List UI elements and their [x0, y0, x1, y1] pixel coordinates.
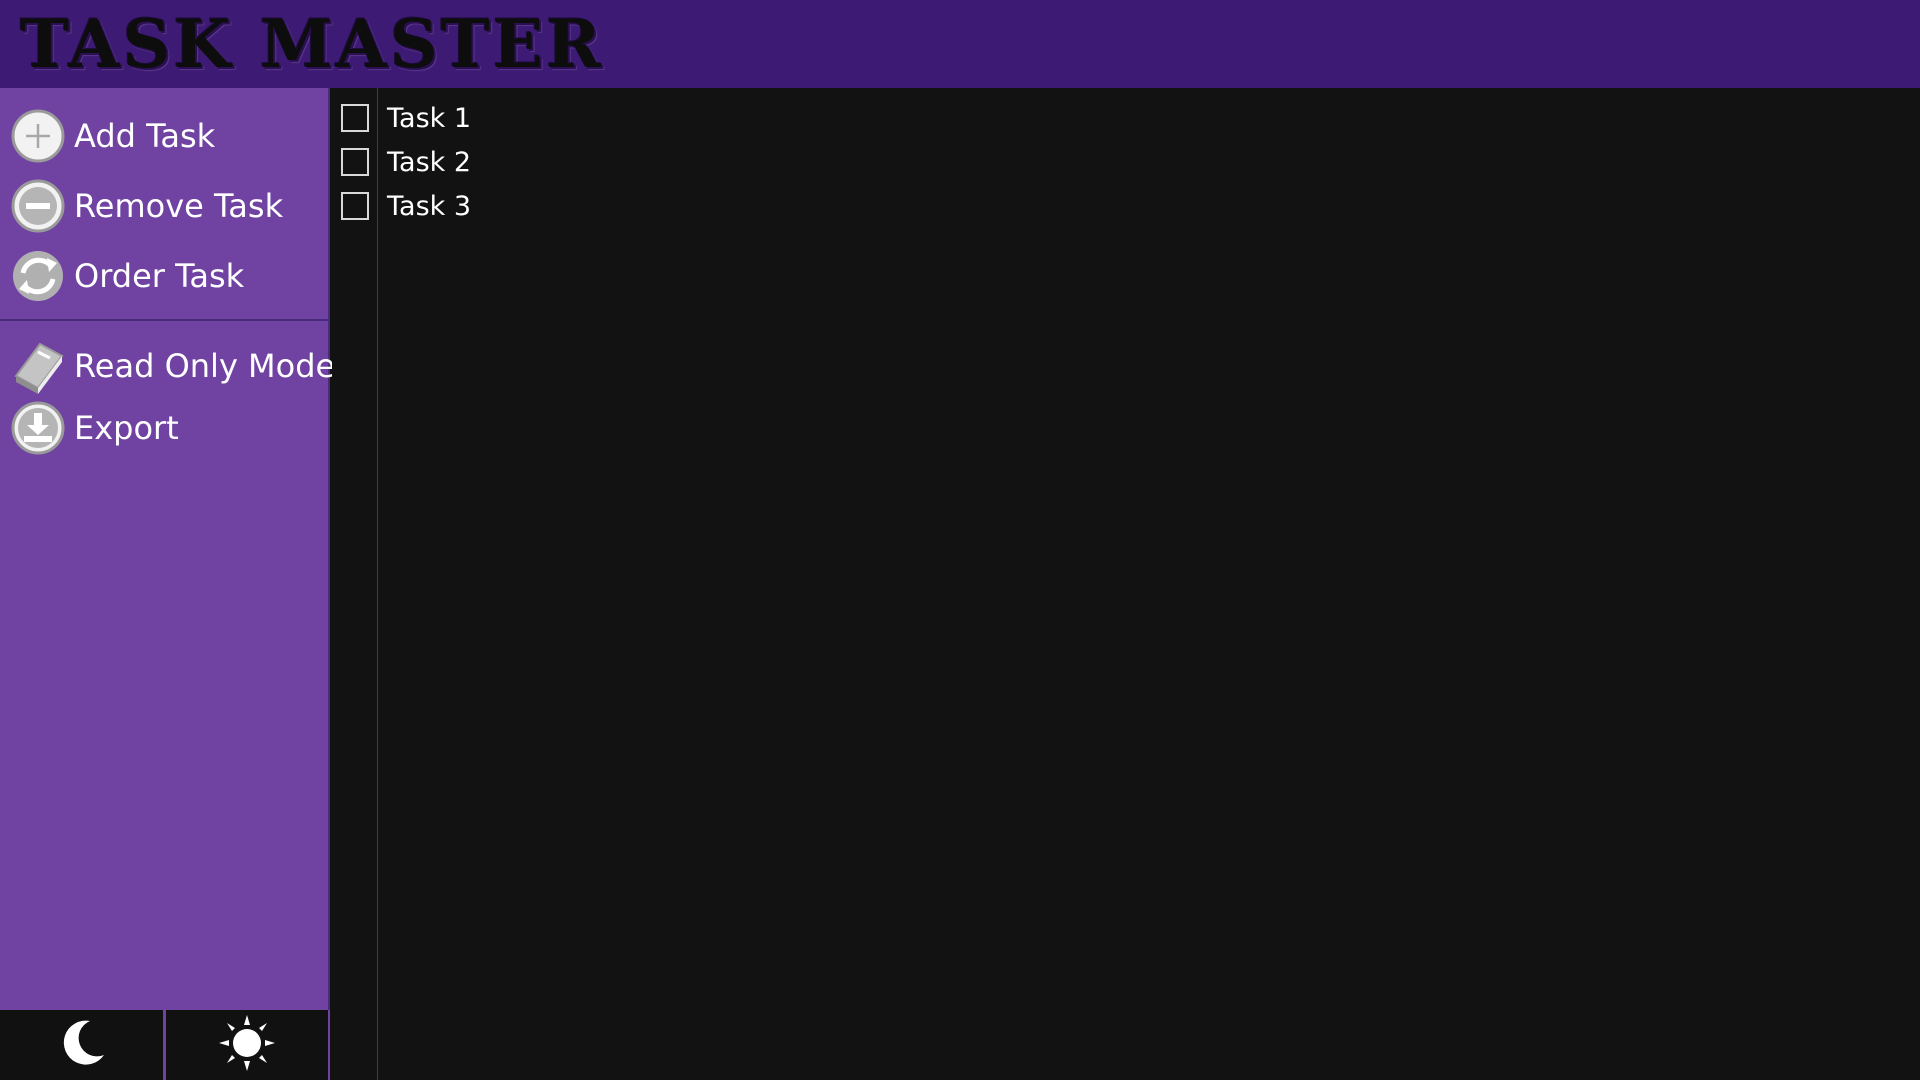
moon-icon	[56, 1017, 108, 1073]
task-list: Task 1 Task 2 Task 3	[332, 96, 1920, 228]
sidebar: Add Task Remove Task Order Task Read Onl…	[0, 88, 335, 1010]
sidebar-divider	[0, 319, 330, 321]
refresh-icon	[10, 248, 66, 304]
theme-toggle	[0, 1010, 330, 1080]
add-task-label: Add Task	[74, 117, 216, 155]
export-button[interactable]: Export	[10, 398, 179, 458]
plus-circle-icon	[10, 108, 66, 164]
checkbox-column	[332, 88, 378, 1080]
sun-icon	[219, 1015, 275, 1075]
task-label: Task 3	[387, 190, 472, 222]
task-label: Task 2	[387, 146, 472, 178]
remove-task-label: Remove Task	[74, 187, 284, 225]
task-checkbox[interactable]	[341, 192, 369, 220]
book-icon	[10, 338, 66, 394]
minus-circle-icon	[10, 178, 66, 234]
read-only-mode-label: Read Only Mode	[74, 347, 336, 385]
task-item: Task 2	[332, 140, 1920, 184]
read-only-mode-button[interactable]: Read Only Mode	[10, 336, 335, 396]
download-icon	[10, 400, 66, 456]
task-label: Task 1	[387, 102, 472, 134]
app-title: TASK MASTER	[20, 5, 604, 83]
task-checkbox[interactable]	[341, 148, 369, 176]
order-task-button[interactable]: Order Task	[10, 246, 244, 306]
light-mode-button[interactable]	[166, 1010, 328, 1080]
remove-task-button[interactable]: Remove Task	[10, 176, 283, 236]
task-checkbox[interactable]	[341, 104, 369, 132]
app-header: TASK MASTER	[0, 0, 1920, 88]
task-item: Task 3	[332, 184, 1920, 228]
order-task-label: Order Task	[74, 257, 245, 295]
export-label: Export	[74, 409, 179, 447]
add-task-button[interactable]: Add Task	[10, 106, 215, 166]
dark-mode-button[interactable]	[0, 1010, 163, 1080]
task-item: Task 1	[332, 96, 1920, 140]
